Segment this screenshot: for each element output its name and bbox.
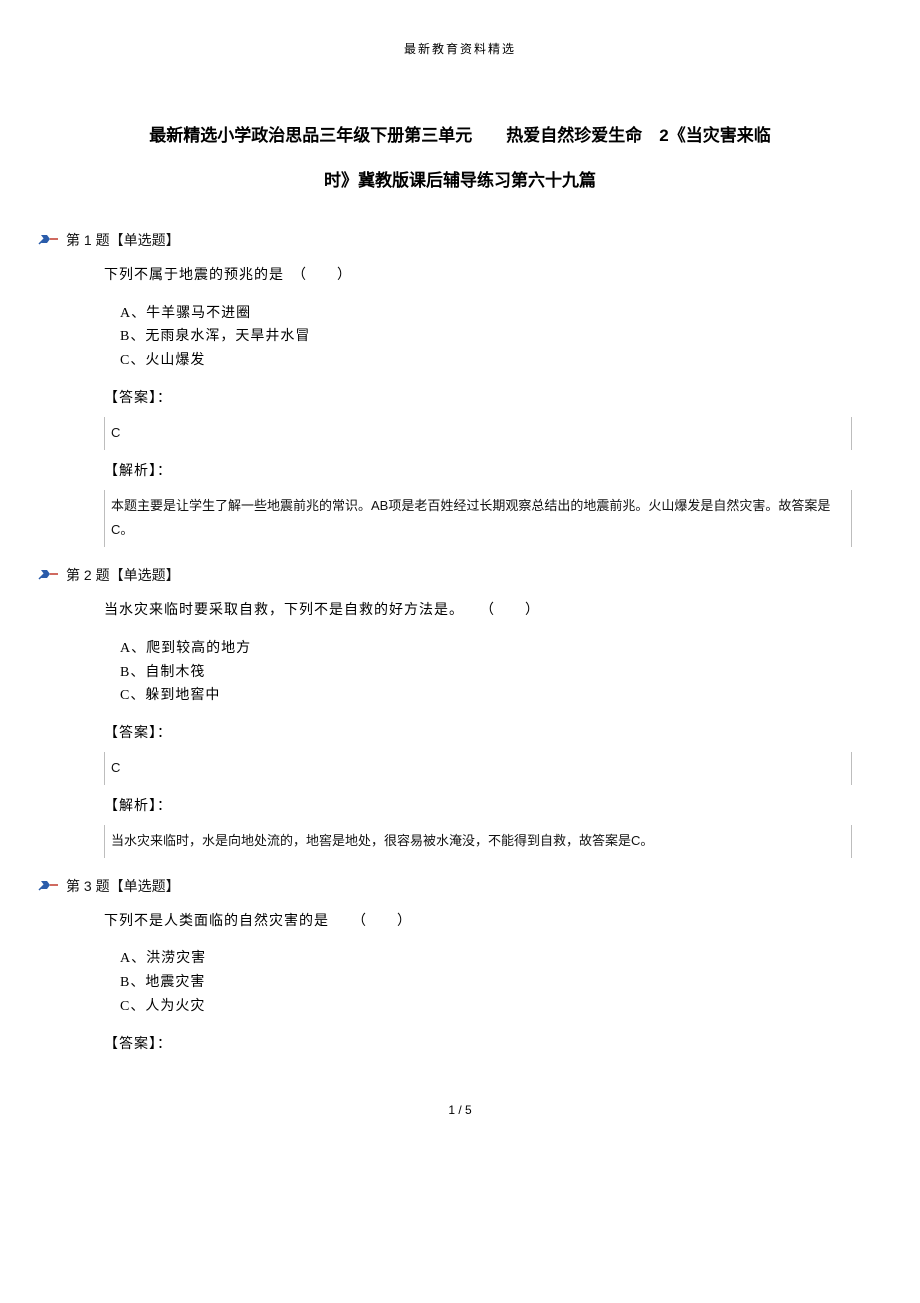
option-a: A、牛羊骡马不进圈 — [120, 302, 852, 326]
document-title: 最新精选小学政治思品三年级下册第三单元 热爱自然珍爱生命 2《当灾害来临 时》冀… — [68, 117, 852, 200]
pencil-icon — [38, 879, 60, 893]
page-container: 最新教育资料精选 最新精选小学政治思品三年级下册第三单元 热爱自然珍爱生命 2《… — [0, 0, 920, 1157]
answer-label: 【答案】： — [104, 1033, 852, 1053]
pencil-icon — [38, 568, 60, 582]
pencil-icon — [38, 233, 60, 247]
option-a: A、洪涝灾害 — [120, 947, 852, 971]
title-line-1: 最新精选小学政治思品三年级下册第三单元 热爱自然珍爱生命 2《当灾害来临 — [68, 117, 852, 154]
analysis-label: 【解析】： — [104, 460, 852, 480]
option-a: A、爬到较高的地方 — [120, 637, 852, 661]
page-footer: 1 / 5 — [68, 1103, 852, 1117]
option-b: B、自制木筏 — [120, 661, 852, 685]
question-1-header: 第 1 题【单选题】 — [38, 230, 852, 250]
option-b: B、地震灾害 — [120, 971, 852, 995]
option-c: C、人为火灾 — [120, 995, 852, 1019]
question-1-stem: 下列不属于地震的预兆的是 （ ） — [104, 264, 852, 288]
option-b: B、无雨泉水浑，天旱井水冒 — [120, 325, 852, 349]
analysis-label: 【解析】： — [104, 795, 852, 815]
analysis-box: 本题主要是让学生了解一些地震前兆的常识。AB项是老百姓经过长期观察总结出的地震前… — [104, 490, 852, 547]
question-3-header: 第 3 题【单选题】 — [38, 876, 852, 896]
option-c: C、火山爆发 — [120, 349, 852, 373]
answer-label: 【答案】： — [104, 722, 852, 742]
answer-box: C — [104, 752, 852, 785]
running-header: 最新教育资料精选 — [68, 40, 852, 57]
answer-box: C — [104, 417, 852, 450]
question-3-options: A、洪涝灾害 B、地震灾害 C、人为火灾 — [120, 947, 852, 1018]
title-line-2: 时》冀教版课后辅导练习第六十九篇 — [68, 162, 852, 199]
answer-label: 【答案】： — [104, 387, 852, 407]
question-2-options: A、爬到较高的地方 B、自制木筏 C、躲到地窖中 — [120, 637, 852, 708]
question-number-label: 第 2 题【单选题】 — [66, 565, 180, 585]
question-3-stem: 下列不是人类面临的自然灾害的是 （ ） — [104, 910, 852, 934]
question-2-header: 第 2 题【单选题】 — [38, 565, 852, 585]
analysis-box: 当水灾来临时，水是向地处流的，地窖是地处，很容易被水淹没，不能得到自救，故答案是… — [104, 825, 852, 858]
option-c: C、躲到地窖中 — [120, 684, 852, 708]
question-number-label: 第 3 题【单选题】 — [66, 876, 180, 896]
question-2-stem: 当水灾来临时要采取自救，下列不是自救的好方法是。 （ ） — [104, 599, 852, 623]
question-number-label: 第 1 题【单选题】 — [66, 230, 180, 250]
question-1-options: A、牛羊骡马不进圈 B、无雨泉水浑，天旱井水冒 C、火山爆发 — [120, 302, 852, 373]
